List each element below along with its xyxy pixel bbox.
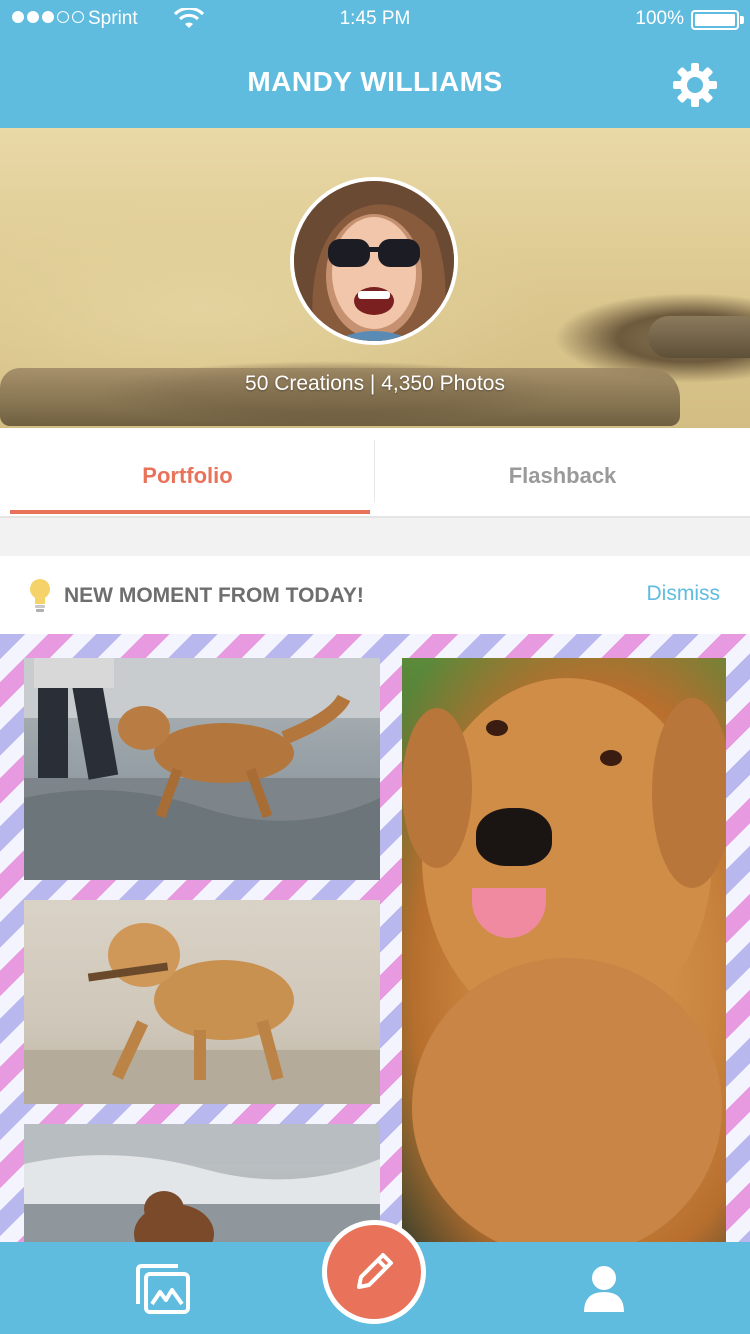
battery-icon — [691, 10, 739, 30]
dog-nose — [476, 808, 552, 866]
photo-dog-beach-running-art — [24, 658, 380, 880]
battery-cap — [740, 16, 744, 24]
lightbulb-icon — [30, 579, 50, 612]
avatar[interactable] — [290, 177, 458, 345]
dog-eye-right — [600, 750, 622, 766]
dog-eye-left — [486, 720, 508, 736]
tab-flashback[interactable]: Flashback — [375, 428, 750, 516]
gallery-icon[interactable] — [132, 1260, 192, 1316]
status-bar: Sprint 1:45 PM 100% — [0, 0, 750, 40]
pencil-icon — [357, 1253, 393, 1289]
top-bar: Sprint 1:45 PM 100% MANDY WILLIAMS — [0, 0, 750, 128]
moment-banner: NEW MOMENT FROM TODAY! Dismiss — [0, 556, 750, 634]
moment-collage[interactable] — [0, 634, 750, 1246]
battery-percentage: 100% — [635, 8, 684, 29]
avatar-portrait — [294, 181, 454, 341]
dismiss-button[interactable]: Dismiss — [647, 582, 721, 606]
photo-dog-beach-running[interactable] — [24, 658, 380, 880]
page-title: MANDY WILLIAMS — [247, 66, 503, 97]
gear-icon[interactable] — [672, 62, 718, 108]
cover-rock — [648, 316, 750, 358]
profile-stats: 50 Creations | 4,350 Photos — [245, 372, 505, 395]
photo-dog-surf[interactable] — [24, 1124, 380, 1246]
active-tab-indicator — [10, 510, 370, 514]
photo-dog-with-stick[interactable] — [24, 900, 380, 1104]
tab-bar: Portfolio Flashback — [0, 428, 750, 518]
dog-ear-left — [402, 708, 472, 868]
dog-ear-right — [652, 698, 726, 888]
profile-icon[interactable] — [582, 1264, 626, 1312]
moment-title: NEW MOMENT FROM TODAY! — [64, 584, 364, 607]
tab-portfolio[interactable]: Portfolio — [0, 428, 375, 516]
photo-dog-surf-art — [24, 1124, 380, 1246]
create-button[interactable] — [322, 1220, 426, 1324]
profile-cover: 50 Creations | 4,350 Photos — [0, 128, 750, 428]
section-spacer — [0, 518, 750, 556]
dog-chest — [412, 958, 722, 1246]
photo-golden-retriever-portrait[interactable] — [402, 658, 726, 1246]
photo-dog-with-stick-art — [24, 923, 380, 1104]
